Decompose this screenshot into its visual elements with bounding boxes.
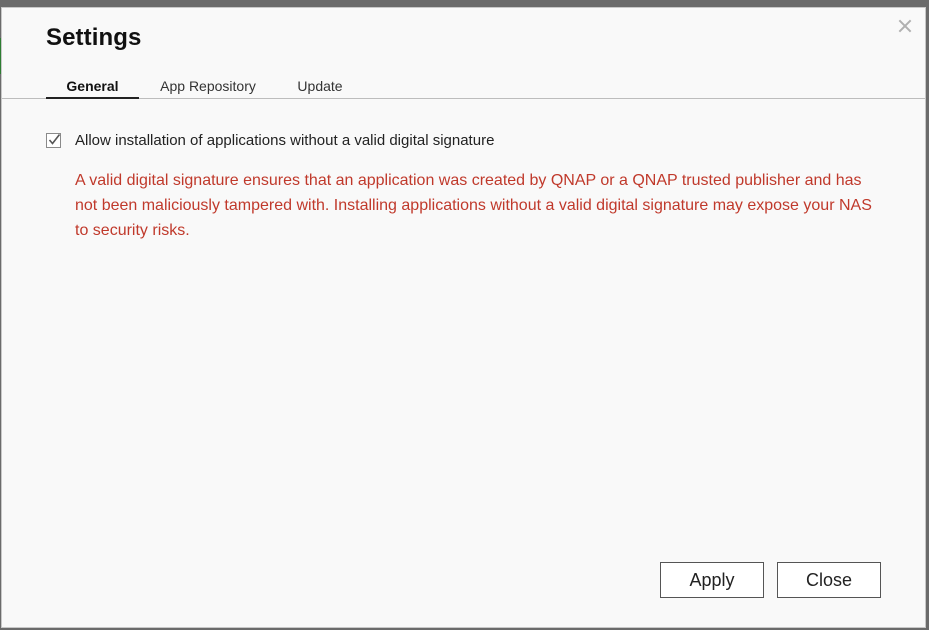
tab-bar: General App Repository Update xyxy=(2,76,925,99)
close-button[interactable]: Close xyxy=(777,562,881,598)
allow-unsigned-checkbox[interactable] xyxy=(46,133,61,148)
apply-button[interactable]: Apply xyxy=(660,562,764,598)
settings-dialog: Settings General App Repository Update A… xyxy=(1,7,926,628)
allow-unsigned-option: Allow installation of applications witho… xyxy=(46,132,494,149)
tab-app-repository[interactable]: App Repository xyxy=(156,76,260,98)
allow-unsigned-label: Allow installation of applications witho… xyxy=(75,132,495,149)
tab-update[interactable]: Update xyxy=(290,76,350,98)
close-icon[interactable] xyxy=(895,16,915,36)
security-warning-text: A valid digital signature ensures that a… xyxy=(75,172,872,239)
checkmark-icon xyxy=(48,134,61,145)
tab-general[interactable]: General xyxy=(46,76,139,99)
dialog-title: Settings xyxy=(46,24,142,51)
